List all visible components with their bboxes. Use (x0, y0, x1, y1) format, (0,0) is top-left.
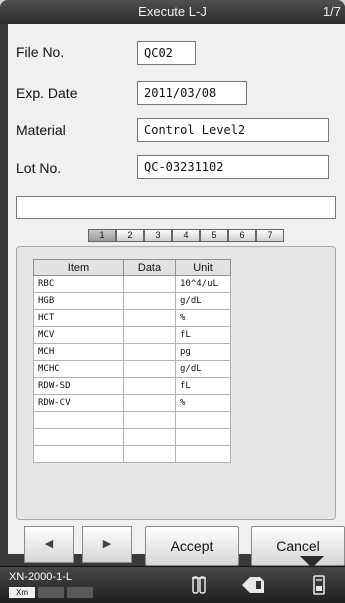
sample-tube-icon[interactable] (178, 567, 222, 603)
table-row[interactable] (33, 411, 231, 429)
status-bar: XN-2000-1-L Xm (0, 566, 345, 603)
cancel-button[interactable]: Cancel (251, 526, 345, 566)
skip-badge (67, 587, 93, 598)
window-title: Execute L-J (138, 4, 207, 19)
row-data (123, 275, 176, 293)
triangle-left-icon: ◀ (44, 538, 54, 550)
table-row[interactable]: RDW-CV% (33, 394, 231, 412)
row-unit (175, 445, 231, 463)
accept-button[interactable]: Accept (145, 526, 239, 566)
row-item: MCH (33, 343, 124, 361)
row-unit: fL (175, 377, 231, 395)
row-data (123, 326, 176, 344)
row-item (33, 428, 124, 446)
page-tab-2[interactable]: 2 (116, 229, 144, 242)
analyzer-icon[interactable] (232, 567, 276, 603)
table-row[interactable]: RDW-SD fL (33, 377, 231, 395)
lot-no-label: Lot No. (16, 160, 62, 176)
page-tab-5[interactable]: 5 (200, 229, 228, 242)
title-bar: Execute L-J 1/7 (0, 0, 345, 24)
table-row[interactable]: MCH pg (33, 343, 231, 361)
page-tab-7[interactable]: 7 (256, 229, 284, 242)
material-label: Material (16, 122, 66, 138)
table-row[interactable]: MCHC g/dL (33, 360, 231, 378)
row-data (123, 428, 176, 446)
table-row[interactable]: HGB g/dL (33, 292, 231, 310)
header-item: Item (33, 259, 124, 276)
row-unit: fL (175, 326, 231, 344)
row-unit (175, 428, 231, 446)
row-unit: % (175, 309, 231, 327)
window-frame: Execute L-J 1/7 File No. QC02 Exp. Date … (0, 0, 345, 566)
row-unit: g/dL (175, 292, 231, 310)
row-item: HGB (33, 292, 124, 310)
row-unit: pg (175, 343, 231, 361)
row-item (33, 411, 124, 429)
row-data (123, 411, 176, 429)
page-tab-1[interactable]: 1 (88, 229, 116, 242)
row-data (123, 445, 176, 463)
material-field[interactable]: Control Level2 (137, 118, 329, 142)
table-row[interactable] (33, 445, 231, 463)
row-item: RDW-SD (33, 377, 124, 395)
table-row[interactable]: HCT% (33, 309, 231, 327)
table-row[interactable]: MCV fL (33, 326, 231, 344)
previous-page-button[interactable]: ◀ (24, 526, 74, 563)
results-panel: Item Data Unit RBC 10^4/uL HGB g/dL HCT% M… (16, 246, 336, 520)
page-tab-4[interactable]: 4 (172, 229, 200, 242)
row-unit: g/dL (175, 360, 231, 378)
row-item: RBC (33, 275, 124, 293)
row-data (123, 292, 176, 310)
page-tab-3[interactable]: 3 (144, 229, 172, 242)
lot-no-field[interactable]: QC-03231102 (137, 155, 329, 179)
file-no-label: File No. (16, 44, 65, 60)
row-item: HCT (33, 309, 124, 327)
row-item: MCHC (33, 360, 124, 378)
next-page-button[interactable]: ▶ (82, 526, 132, 563)
row-unit (175, 411, 231, 429)
header-data: Data (123, 259, 176, 276)
row-data (123, 343, 176, 361)
row-unit: 10^4/uL (175, 275, 231, 293)
play-badge (38, 587, 64, 598)
message-box (16, 196, 336, 219)
main-content: File No. QC02 Exp. Date 2011/03/08 Mater… (8, 24, 345, 566)
row-data (123, 394, 176, 412)
table-header-row: Item Data Unit (33, 259, 231, 276)
page-tab-6[interactable]: 6 (228, 229, 256, 242)
table-row[interactable] (33, 428, 231, 446)
exp-date-label: Exp. Date (16, 85, 78, 101)
page-indicator: 1/7 (322, 4, 341, 19)
row-unit: % (175, 394, 231, 412)
row-data (123, 360, 176, 378)
xm-badge: Xm (9, 587, 35, 598)
results-table: Item Data Unit RBC 10^4/uL HGB g/dL HCT% M… (33, 259, 231, 463)
table-row[interactable]: RBC 10^4/uL (33, 275, 231, 293)
file-no-field[interactable]: QC02 (137, 41, 196, 65)
exp-date-field[interactable]: 2011/03/08 (137, 81, 247, 105)
device-icon[interactable] (297, 567, 341, 603)
row-data (123, 309, 176, 327)
triangle-right-icon: ▶ (102, 538, 112, 550)
row-item (33, 445, 124, 463)
row-item: MCV (33, 326, 124, 344)
header-unit: Unit (175, 259, 231, 276)
device-name: XN-2000-1-L (9, 571, 72, 583)
row-data (123, 377, 176, 395)
row-item: RDW-CV (33, 394, 124, 412)
